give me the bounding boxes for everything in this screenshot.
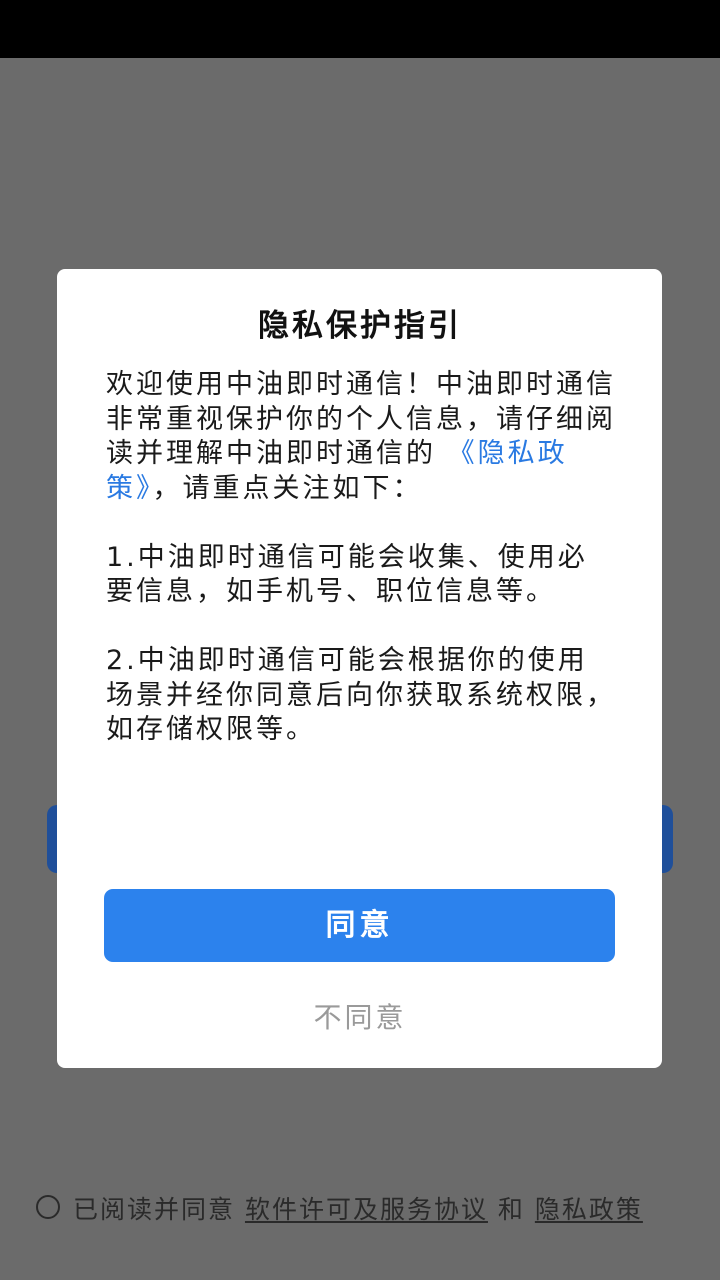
consent-radio[interactable] [36,1195,60,1219]
point-2: 2.中油即时通信可能会根据你的使用场景并经你同意后向你获取系统权限，如存储权限等… [106,645,616,745]
consent-and: 和 [487,1195,535,1224]
license-agreement-link[interactable]: 软件许可及服务协议 [245,1195,488,1224]
dialog-title: 隐私保护指引 [258,308,462,344]
consent-text: 已阅读并同意 软件许可及服务协议 和 隐私政策 [73,1194,693,1226]
status-bar [0,0,720,58]
intro-paragraph: 欢迎使用中油即时通信！中油即时通信非常重视保护你的个人信息，请仔细阅读并理解中油… [106,368,616,506]
point-1: 1.中油即时通信可能会收集、使用必要信息，如手机号、职位信息等。 [106,541,588,608]
disagree-button[interactable]: 不同意 [0,996,720,1036]
intro-after-link: ，请重点关注如下： [152,472,423,504]
dialog-content: 欢迎使用中油即时通信！中油即时通信非常重视保护你的个人信息，请仔细阅读并理解中油… [106,368,616,748]
consent-prefix: 已阅读并同意 [73,1195,245,1224]
agree-button[interactable]: 同意 [104,889,615,962]
privacy-policy-consent-link[interactable]: 隐私政策 [535,1195,643,1224]
